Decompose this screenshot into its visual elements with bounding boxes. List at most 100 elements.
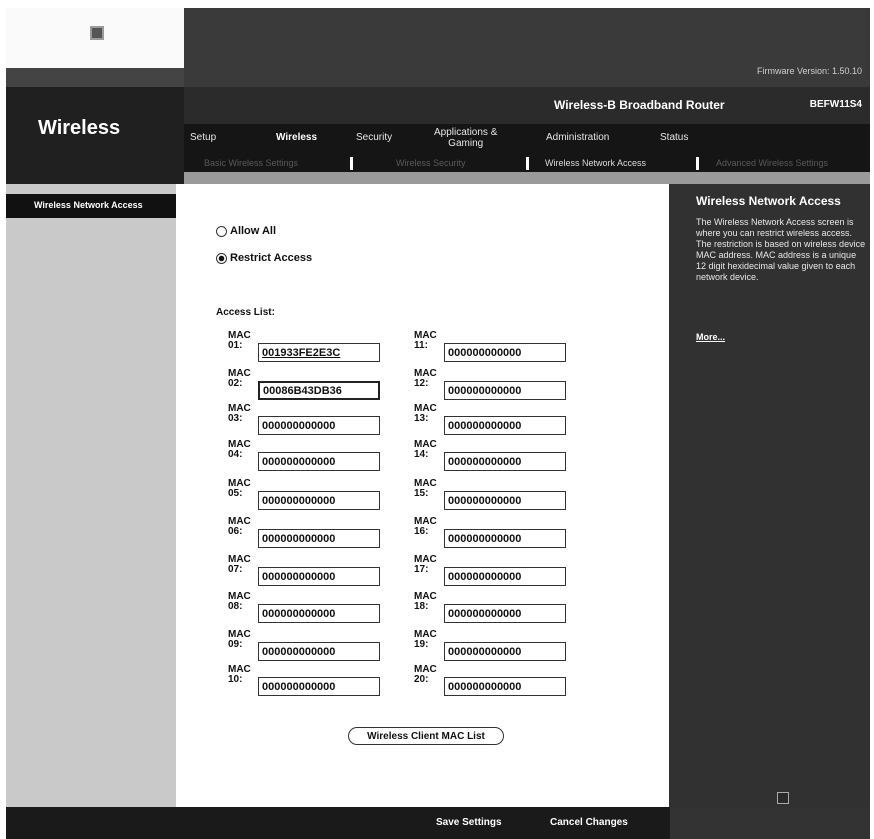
mac-entry-04: MAC 04:	[228, 440, 388, 474]
mac-entry-06: MAC 06:	[228, 517, 388, 551]
product-bar: Wireless-B Broadband Router BEFW11S4	[184, 87, 870, 124]
section-title-area: Wireless	[6, 87, 184, 194]
mac-label: MAC 12:	[414, 368, 437, 389]
tab-status[interactable]: Status	[660, 132, 688, 143]
brand-footer-icon	[777, 792, 789, 804]
cancel-changes-button[interactable]: Cancel Changes	[550, 817, 628, 828]
subnav-divider	[696, 157, 699, 170]
mac-label: MAC 18:	[414, 591, 437, 612]
header-left-strip	[6, 68, 184, 87]
mac-entry-20: MAC 20:	[414, 665, 574, 699]
restrict-access-label: Restrict Access	[230, 252, 313, 264]
access-list-label: Access List:	[216, 307, 275, 318]
mac-input-02[interactable]	[258, 381, 380, 400]
mac-entry-12: MAC 12:	[414, 369, 574, 403]
mac-label: MAC 01:	[228, 330, 251, 351]
mac-label: MAC 04:	[228, 439, 251, 460]
footer-right	[670, 807, 870, 839]
footer-left	[6, 807, 184, 839]
tab-applications-gaming[interactable]: Applications & Gaming	[434, 127, 497, 149]
help-panel: Wireless Network Access The Wireless Net…	[669, 184, 870, 807]
sidebar-section-label: Wireless Network Access	[34, 200, 143, 210]
mac-input-17[interactable]	[444, 567, 566, 586]
allow-all-label: Allow All	[230, 225, 277, 237]
tab-gaming-label: Gaming	[448, 138, 484, 149]
mac-label: MAC 17:	[414, 554, 437, 575]
mac-entry-15: MAC 15:	[414, 479, 574, 513]
mac-entry-18: MAC 18:	[414, 592, 574, 626]
mac-input-16[interactable]	[444, 529, 566, 548]
mac-label: MAC 16:	[414, 516, 437, 537]
main-nav: Setup Wireless Security Applications & G…	[184, 124, 870, 156]
mac-input-20[interactable]	[444, 677, 566, 696]
section-title: Wireless	[38, 117, 121, 139]
mac-entry-01: MAC 01:	[228, 331, 388, 365]
mac-label: MAC 06:	[228, 516, 251, 537]
product-name: Wireless-B Broadband Router	[554, 98, 725, 112]
mac-label: MAC 02:	[228, 368, 251, 389]
left-sidebar	[6, 184, 176, 807]
mac-input-09[interactable]	[258, 642, 380, 661]
mac-input-10[interactable]	[258, 677, 380, 696]
logo-area	[6, 8, 184, 68]
mac-entry-03: MAC 03:	[228, 404, 388, 438]
mac-input-12[interactable]	[444, 381, 566, 400]
mac-entry-08: MAC 08:	[228, 592, 388, 626]
mac-input-08[interactable]	[258, 604, 380, 623]
mac-input-14[interactable]	[444, 452, 566, 471]
mac-entry-11: MAC 11:	[414, 331, 574, 365]
tab-administration[interactable]: Administration	[546, 132, 609, 143]
mac-entry-14: MAC 14:	[414, 440, 574, 474]
allow-all-option[interactable]: Allow All	[216, 225, 276, 237]
mac-input-07[interactable]	[258, 567, 380, 586]
mac-label: MAC 14:	[414, 439, 437, 460]
mac-label: MAC 11:	[414, 330, 437, 351]
restrict-access-option[interactable]: Restrict Access	[216, 252, 312, 264]
mac-entry-02: MAC 02:	[228, 369, 388, 403]
mac-label: MAC 13:	[414, 403, 437, 424]
header-band: Firmware Version: 1.50.10	[184, 8, 870, 87]
mac-label: MAC 05:	[228, 478, 251, 499]
subnav-divider	[526, 157, 529, 170]
header-divider-band	[184, 172, 870, 184]
sidebar-section-header: Wireless Network Access	[6, 194, 184, 218]
subtab-basic-wireless-settings[interactable]: Basic Wireless Settings	[204, 158, 298, 168]
model-number: BEFW11S4	[809, 99, 862, 110]
restrict-access-radio[interactable]	[216, 252, 227, 264]
save-settings-button[interactable]: Save Settings	[436, 817, 502, 828]
help-more-link[interactable]: More...	[696, 332, 725, 342]
mac-input-18[interactable]	[444, 604, 566, 623]
mac-input-04[interactable]	[258, 452, 380, 471]
mac-entry-05: MAC 05:	[228, 479, 388, 513]
mac-entry-19: MAC 19:	[414, 630, 574, 664]
sub-nav: Basic Wireless Settings Wireless Securit…	[184, 156, 870, 172]
mac-input-03[interactable]	[258, 416, 380, 435]
subtab-advanced-wireless-settings[interactable]: Advanced Wireless Settings	[716, 158, 828, 168]
tab-applications-label: Applications &	[434, 127, 498, 138]
help-text: The Wireless Network Access screen is wh…	[696, 217, 866, 282]
mac-label: MAC 03:	[228, 403, 251, 424]
allow-all-radio[interactable]	[216, 225, 227, 237]
wireless-client-mac-list-button[interactable]: Wireless Client MAC List	[348, 727, 504, 745]
mac-input-06[interactable]	[258, 529, 380, 548]
help-title: Wireless Network Access	[696, 194, 841, 208]
tab-security[interactable]: Security	[356, 132, 392, 143]
main-content: Allow All Restrict Access Access List: M…	[176, 184, 669, 807]
mac-label: MAC 09:	[228, 629, 251, 650]
mac-input-15[interactable]	[444, 491, 566, 510]
mac-label: MAC 08:	[228, 591, 251, 612]
tab-setup[interactable]: Setup	[190, 132, 216, 143]
mac-label: MAC 15:	[414, 478, 437, 499]
mac-input-19[interactable]	[444, 642, 566, 661]
mac-input-05[interactable]	[258, 491, 380, 510]
mac-label: MAC 07:	[228, 554, 251, 575]
mac-input-13[interactable]	[444, 416, 566, 435]
subtab-wireless-network-access[interactable]: Wireless Network Access	[545, 158, 646, 168]
subtab-wireless-security[interactable]: Wireless Security	[396, 158, 466, 168]
mac-entry-16: MAC 16:	[414, 517, 574, 551]
mac-input-01[interactable]	[258, 343, 380, 362]
mac-input-11[interactable]	[444, 343, 566, 362]
tab-wireless[interactable]: Wireless	[276, 132, 317, 143]
footer-bar: Save Settings Cancel Changes	[184, 807, 670, 839]
firmware-version: Firmware Version: 1.50.10	[756, 66, 862, 76]
